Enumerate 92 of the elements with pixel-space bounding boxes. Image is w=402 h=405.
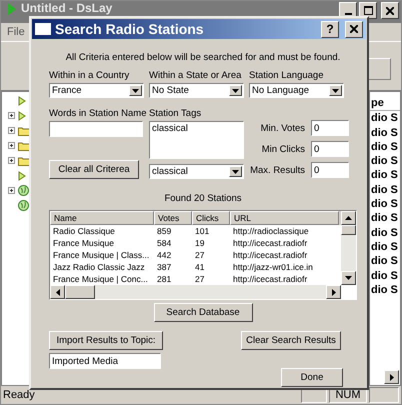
window-icon [35, 23, 51, 35]
expand-icon[interactable] [8, 112, 15, 119]
maximize-button[interactable] [359, 2, 377, 19]
field-label: Min. Votes [260, 122, 305, 134]
table-cell-text: 859 [156, 226, 172, 236]
menu-item[interactable]: File [7, 26, 25, 38]
help-button[interactable]: ? [321, 20, 339, 38]
table-cell-text: http://jazz-wr01.ice.in [232, 262, 314, 272]
expand-icon[interactable] [8, 127, 15, 134]
list-item[interactable]: dio S [370, 182, 400, 198]
result-count: Found 20 Stations [163, 193, 243, 204]
dialog-title: Search Radio Stations [55, 21, 205, 37]
search-button[interactable]: Search Database [154, 303, 252, 322]
globe-icon [18, 185, 29, 196]
table-cell-text: Radio Classique [52, 226, 116, 236]
column-header[interactable]: pe [370, 96, 400, 112]
expand-icon[interactable] [8, 142, 15, 149]
column-header[interactable]: Name [50, 211, 154, 225]
column-header[interactable]: Clicks [192, 211, 230, 225]
list-item[interactable]: dio S [370, 226, 400, 240]
input-field[interactable]: Imported Media [49, 353, 161, 369]
dropdown[interactable]: classical [149, 164, 244, 179]
field-label: Station Tags [149, 108, 202, 119]
list-item[interactable]: dio S [370, 254, 400, 269]
table-cell-text: 387 [156, 262, 172, 272]
input-field[interactable]: 0 [311, 141, 349, 157]
table-cell-text: http://icecast.radiofr [232, 274, 308, 284]
instruction-text: All Criteria entered below will be searched for and must be found. [64, 52, 342, 63]
close-button[interactable] [381, 2, 399, 19]
close-icon [386, 6, 394, 14]
clear-results-button[interactable]: Clear Search Results [241, 331, 341, 350]
field-label: Words in Station Name [49, 108, 144, 119]
horizontal-scrollbar[interactable] [50, 285, 341, 299]
vertical-scrollbar[interactable] [341, 211, 356, 285]
expand-icon[interactable] [8, 187, 15, 194]
list-item[interactable]: dio S [370, 140, 400, 154]
input-field[interactable]: 0 [311, 120, 349, 136]
window-title: Untitled - DsLay [21, 2, 112, 15]
list-item[interactable]: dio S [370, 168, 400, 183]
dropdown[interactable]: No Language [249, 83, 344, 98]
play-icon [7, 2, 17, 16]
table-cell-text: http://icecast.radiofr [232, 238, 308, 248]
table-cell-text: 281 [156, 274, 172, 284]
list-item[interactable]: dio S [370, 282, 400, 298]
status-text: Ready [3, 389, 36, 401]
table-cell-text: Jazz Radio Classic Jazz [52, 262, 146, 272]
input-field[interactable] [49, 121, 143, 137]
scrollbar-thumb[interactable] [341, 225, 356, 235]
field-label: Within a State or Area [149, 70, 242, 81]
table-cell-text: France Musique | Class... [52, 250, 150, 260]
dropdown[interactable]: France [49, 83, 144, 98]
field-label: Within in a Country [49, 70, 130, 81]
close-button[interactable] [345, 20, 363, 38]
maximize-icon [364, 6, 372, 15]
table-cell-text: 584 [156, 238, 172, 248]
list-item[interactable]: dio S [370, 154, 400, 168]
table-cell-text: 101 [194, 226, 210, 236]
list-item[interactable]: dio S [370, 111, 400, 126]
list-item[interactable]: dio S [370, 197, 400, 212]
field-label: Station Language [249, 70, 324, 81]
field-label: Max. Results [250, 164, 305, 176]
folder-icon [18, 126, 30, 136]
import-button[interactable]: Import Results to Topic: [49, 331, 163, 350]
list-item[interactable]: dio S [370, 268, 400, 283]
scrollbar-thumb[interactable] [65, 285, 95, 299]
expand-icon[interactable] [8, 157, 15, 164]
tags-field[interactable]: classical [149, 121, 244, 159]
dropdown[interactable]: No State [149, 83, 244, 98]
play-icon [18, 170, 26, 180]
minimize-icon [344, 12, 352, 14]
table-cell-text: http://radioclassique [232, 226, 310, 236]
list-item[interactable]: dio S [370, 240, 400, 254]
table-cell-text: France Musique [52, 238, 115, 248]
field-label: Min Clicks [262, 144, 305, 154]
folder-icon [18, 156, 30, 166]
input-field[interactable]: 0 [311, 162, 349, 178]
list-item[interactable]: dio S [370, 126, 400, 140]
close-icon [350, 25, 358, 33]
table-cell-text: http://icecast.radiofr [232, 250, 308, 260]
column-header[interactable]: Votes [154, 211, 192, 225]
globe-icon [18, 200, 29, 211]
table-cell-text: 27 [194, 250, 206, 260]
folder-icon [18, 140, 30, 150]
list-item[interactable]: dio S [370, 211, 400, 226]
table-cell-text: 442 [156, 250, 172, 260]
table-cell-text: 27 [194, 274, 206, 284]
column-header[interactable]: URL [230, 211, 339, 225]
done-button[interactable]: Done [281, 368, 343, 387]
table-cell-text: 19 [194, 238, 206, 248]
table-cell-text: France Musique | Conc... [52, 274, 149, 284]
table-cell-text: 41 [194, 262, 206, 272]
clear-criteria-button[interactable]: Clear all Criterea [49, 160, 139, 179]
